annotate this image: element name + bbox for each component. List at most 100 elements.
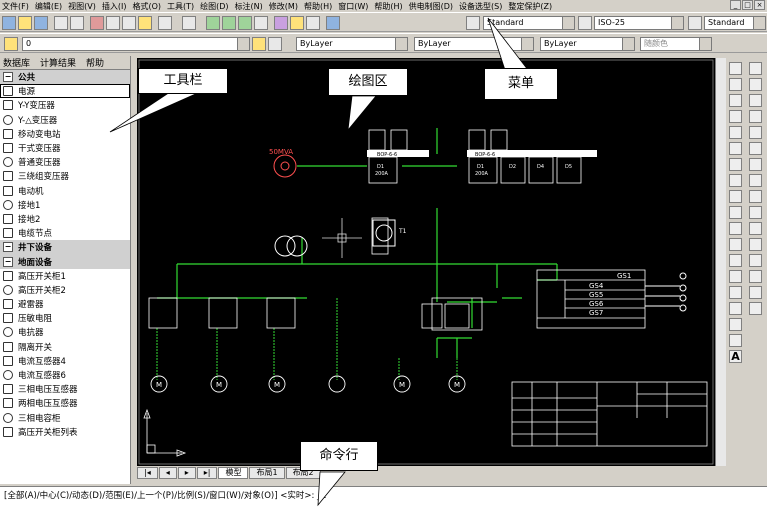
- menu-item[interactable]: 插入(I): [102, 1, 127, 12]
- menu-item[interactable]: 格式(O): [132, 1, 161, 12]
- properties-icon[interactable]: [274, 16, 288, 30]
- text-style-select[interactable]: Standard: [483, 16, 575, 30]
- device-item[interactable]: 压敏电阻: [0, 311, 130, 325]
- device-item[interactable]: 三相电容柜: [0, 411, 130, 425]
- menu-item[interactable]: 绘图(D): [200, 1, 228, 12]
- zoom-window-icon[interactable]: [238, 16, 252, 30]
- layer-previous-icon[interactable]: [268, 37, 282, 51]
- tab-nav-next[interactable]: ▸: [177, 466, 196, 479]
- vertical-scrollbar[interactable]: [715, 58, 726, 466]
- tool-palette-icon[interactable]: [306, 16, 320, 30]
- paste-icon[interactable]: [122, 16, 136, 30]
- device-item[interactable]: 电抗器: [0, 325, 130, 339]
- menu-item[interactable]: 编辑(E): [35, 1, 62, 12]
- mirror-icon[interactable]: [749, 94, 762, 107]
- explode-icon[interactable]: [749, 302, 762, 315]
- device-item[interactable]: 高压开关柜列表: [0, 425, 130, 439]
- polyline-icon[interactable]: [729, 94, 742, 107]
- chamfer-icon[interactable]: [749, 270, 762, 283]
- close-button[interactable]: ×: [754, 0, 765, 10]
- device-item[interactable]: Y-Y变压器: [0, 98, 130, 112]
- make-block-icon[interactable]: [729, 254, 742, 267]
- plotstyle-select[interactable]: 随颜色: [640, 37, 712, 51]
- ellipse-arc-icon[interactable]: [729, 222, 742, 235]
- pan-icon[interactable]: [206, 16, 220, 30]
- move-icon[interactable]: [749, 142, 762, 155]
- rotate-icon[interactable]: [749, 158, 762, 171]
- menu-item[interactable]: 供电制图(D): [409, 1, 453, 12]
- device-item[interactable]: 电源: [0, 84, 130, 99]
- print-icon[interactable]: [54, 16, 68, 30]
- polygon-icon[interactable]: [729, 110, 742, 123]
- region-icon[interactable]: [729, 318, 742, 331]
- trim-icon[interactable]: [749, 206, 762, 219]
- make-current-icon[interactable]: [252, 37, 266, 51]
- hatch-icon[interactable]: [729, 286, 742, 299]
- menu-item[interactable]: 视图(V): [68, 1, 96, 12]
- menu-item[interactable]: 帮助(H): [374, 1, 402, 12]
- tab-nav-last[interactable]: ▸|: [196, 466, 218, 479]
- device-item[interactable]: Y-△变压器: [0, 113, 130, 127]
- cut-icon[interactable]: [90, 16, 104, 30]
- menu-item[interactable]: 文件(F): [2, 1, 29, 12]
- zoom-previous-icon[interactable]: [254, 16, 268, 30]
- device-item[interactable]: 接地1: [0, 198, 130, 212]
- device-item[interactable]: 三相电压互感器: [0, 382, 130, 396]
- insert-block-icon[interactable]: [729, 238, 742, 251]
- category-header[interactable]: − 地面设备: [0, 254, 130, 269]
- copy-icon[interactable]: [106, 16, 120, 30]
- layer-select[interactable]: 0: [22, 37, 250, 51]
- device-item[interactable]: 避雷器: [0, 297, 130, 311]
- device-item[interactable]: 隔离开关: [0, 340, 130, 354]
- drawing-area[interactable]: 50MVA BOP-6-6 BOP-6-6 D1 200A D1 200A D2…: [137, 58, 715, 466]
- device-item[interactable]: 三绕组变压器: [0, 169, 130, 183]
- stretch-icon[interactable]: [749, 190, 762, 203]
- device-item[interactable]: 电流互感器6: [0, 368, 130, 382]
- tab-nav-first[interactable]: |◂: [137, 466, 158, 479]
- new-icon[interactable]: [2, 16, 16, 30]
- open-icon[interactable]: [18, 16, 32, 30]
- fillet-icon[interactable]: [749, 286, 762, 299]
- device-item[interactable]: 电流互感器4: [0, 354, 130, 368]
- menu-item[interactable]: 标注(N): [235, 1, 263, 12]
- circle-icon[interactable]: [729, 158, 742, 171]
- category-header[interactable]: − 公共: [0, 70, 130, 85]
- gradient-icon[interactable]: [729, 302, 742, 315]
- dim-style-select[interactable]: ISO-25: [594, 16, 684, 30]
- design-center-icon[interactable]: [290, 16, 304, 30]
- arc-icon[interactable]: [729, 142, 742, 155]
- construction-line-icon[interactable]: [729, 78, 742, 91]
- offset-icon[interactable]: [749, 110, 762, 123]
- lineweight-select[interactable]: ByLayer: [540, 37, 635, 51]
- rectangle-icon[interactable]: [729, 126, 742, 139]
- revision-cloud-icon[interactable]: [729, 174, 742, 187]
- multiline-text-icon[interactable]: A: [729, 350, 742, 363]
- point-icon[interactable]: [729, 270, 742, 283]
- color-select[interactable]: ByLayer: [296, 37, 408, 51]
- save-icon[interactable]: [34, 16, 48, 30]
- device-item[interactable]: 电动机: [0, 184, 130, 198]
- command-line[interactable]: [全部(A)/中心(C)/动态(D)/范围(E)/上一个(P)/比例(S)/窗口…: [0, 486, 767, 509]
- preview-icon[interactable]: [70, 16, 84, 30]
- spline-icon[interactable]: [729, 190, 742, 203]
- device-item[interactable]: 移动变电站: [0, 127, 130, 141]
- tab-help[interactable]: 帮助: [86, 56, 104, 69]
- menu-item[interactable]: 工具(T): [167, 1, 194, 12]
- device-item[interactable]: 两相电压互感器: [0, 396, 130, 410]
- menu-item[interactable]: 帮助(H): [304, 1, 332, 12]
- scale-icon[interactable]: [749, 174, 762, 187]
- table-icon[interactable]: [729, 334, 742, 347]
- layer-manager-icon[interactable]: [4, 37, 18, 51]
- menu-item[interactable]: 修改(M): [269, 1, 298, 12]
- undo-icon[interactable]: [158, 16, 172, 30]
- linetype-select[interactable]: ByLayer: [414, 37, 534, 51]
- device-item[interactable]: 接地2: [0, 212, 130, 226]
- extend-icon[interactable]: [749, 222, 762, 235]
- tab-model[interactable]: 模型: [218, 466, 249, 479]
- erase-icon[interactable]: [749, 62, 762, 75]
- device-item[interactable]: 电缆节点: [0, 226, 130, 240]
- redo-icon[interactable]: [182, 16, 196, 30]
- tab-calc-results[interactable]: 计算结果: [40, 56, 76, 69]
- help-icon[interactable]: [326, 16, 340, 30]
- minimize-button[interactable]: _: [730, 0, 741, 10]
